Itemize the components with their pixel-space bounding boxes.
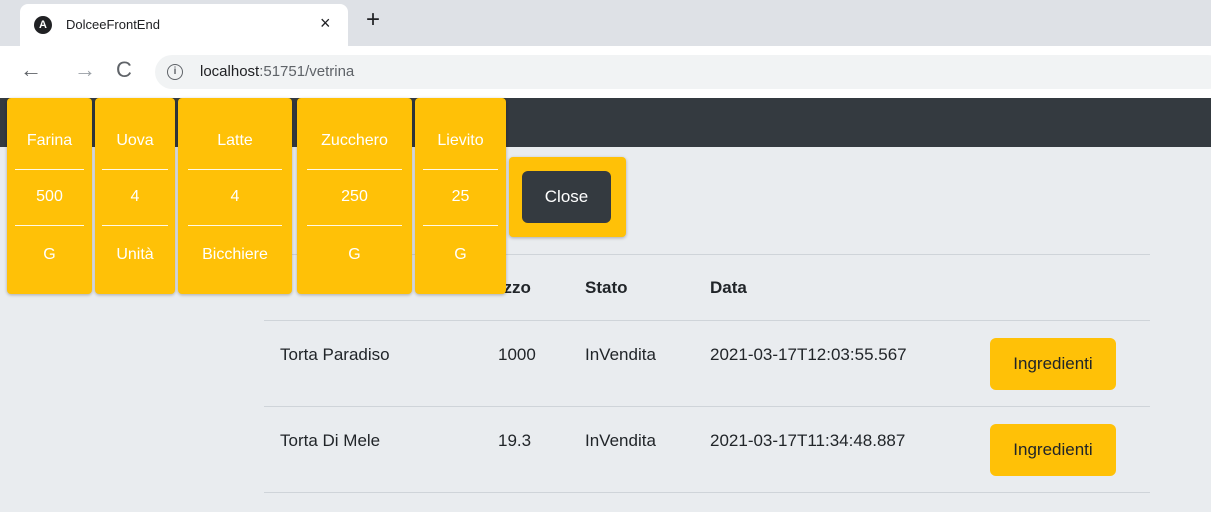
divider [307,169,402,170]
table-divider [264,320,1150,321]
ingredienti-button[interactable]: Ingredienti [990,338,1116,390]
divider [188,169,282,170]
info-icon[interactable]: i [167,64,183,80]
ingredient-card-uova: Uova 4 Unità [95,98,175,294]
ingredient-unit: G [43,246,56,263]
divider [423,225,498,226]
ingredient-unit: G [348,246,361,263]
ingredient-card-latte: Latte 4 Bicchiere [178,98,292,294]
url-text[interactable]: localhost:51751/vetrina [200,63,354,80]
header-stato: Stato [585,278,628,297]
divider [14,225,85,226]
divider [423,169,498,170]
ingredient-name: Farina [26,132,73,149]
new-tab-icon[interactable]: + [366,6,380,34]
ingredient-card-zucchero: Zucchero 250 G [297,98,412,294]
cell-nome: Torta Di Mele [280,431,381,450]
address-bar[interactable]: i localhost:51751/vetrina [155,55,1211,89]
table-divider [264,406,1150,407]
cell-prezzo: 1000 [498,345,536,364]
forward-arrow-icon[interactable]: → [74,57,96,83]
cell-stato: InVendita [585,431,656,450]
url-path: :51751/vetrina [259,63,355,80]
ingredient-name: Zucchero [321,132,388,149]
cell-data: 2021-03-17T12:03:55.567 [710,345,907,364]
ingredient-quantity: 25 [451,188,470,205]
ingredient-card-farina: Farina 500 G [7,98,92,294]
reload-icon[interactable]: C [116,57,132,83]
ingredient-quantity: 4 [230,188,240,205]
divider [188,225,282,226]
close-button[interactable]: Close [522,171,611,223]
divider [102,169,168,170]
ingredient-unit: G [454,246,467,263]
ingredienti-button[interactable]: Ingredienti [990,424,1116,476]
cell-prezzo: 19.3 [498,431,532,450]
browser-toolbar: ← → C i localhost:51751/vetrina [0,46,1211,98]
cell-stato: InVendita [585,345,656,364]
cell-data: 2021-03-17T11:34:48.887 [710,431,906,450]
browser-tab-strip: A DolceeFrontEnd × + [0,0,1211,46]
ingredient-card-lievito: Lievito 25 G [415,98,506,294]
header-data: Data [710,278,747,297]
table-divider [264,492,1150,493]
angular-favicon-icon: A [34,16,52,34]
ingredient-name: Uova [116,132,154,149]
divider [102,225,168,226]
cell-nome: Torta Paradiso [280,345,390,364]
ingredient-unit: Bicchiere [202,246,268,263]
tab-close-icon[interactable]: × [320,13,331,34]
back-arrow-icon[interactable]: ← [20,57,42,83]
browser-tab[interactable]: A DolceeFrontEnd × [20,4,348,46]
tab-title: DolceeFrontEnd [66,17,160,32]
ingredient-name: Lievito [437,132,484,149]
url-host: localhost [200,63,260,80]
ingredient-unit: Unità [116,246,154,263]
ingredient-quantity: 250 [341,188,368,205]
divider [14,169,85,170]
ingredient-quantity: 4 [130,188,140,205]
ingredient-quantity: 500 [36,188,63,205]
divider [307,225,402,226]
ingredient-name: Latte [217,132,253,149]
close-panel: Close [509,157,626,237]
